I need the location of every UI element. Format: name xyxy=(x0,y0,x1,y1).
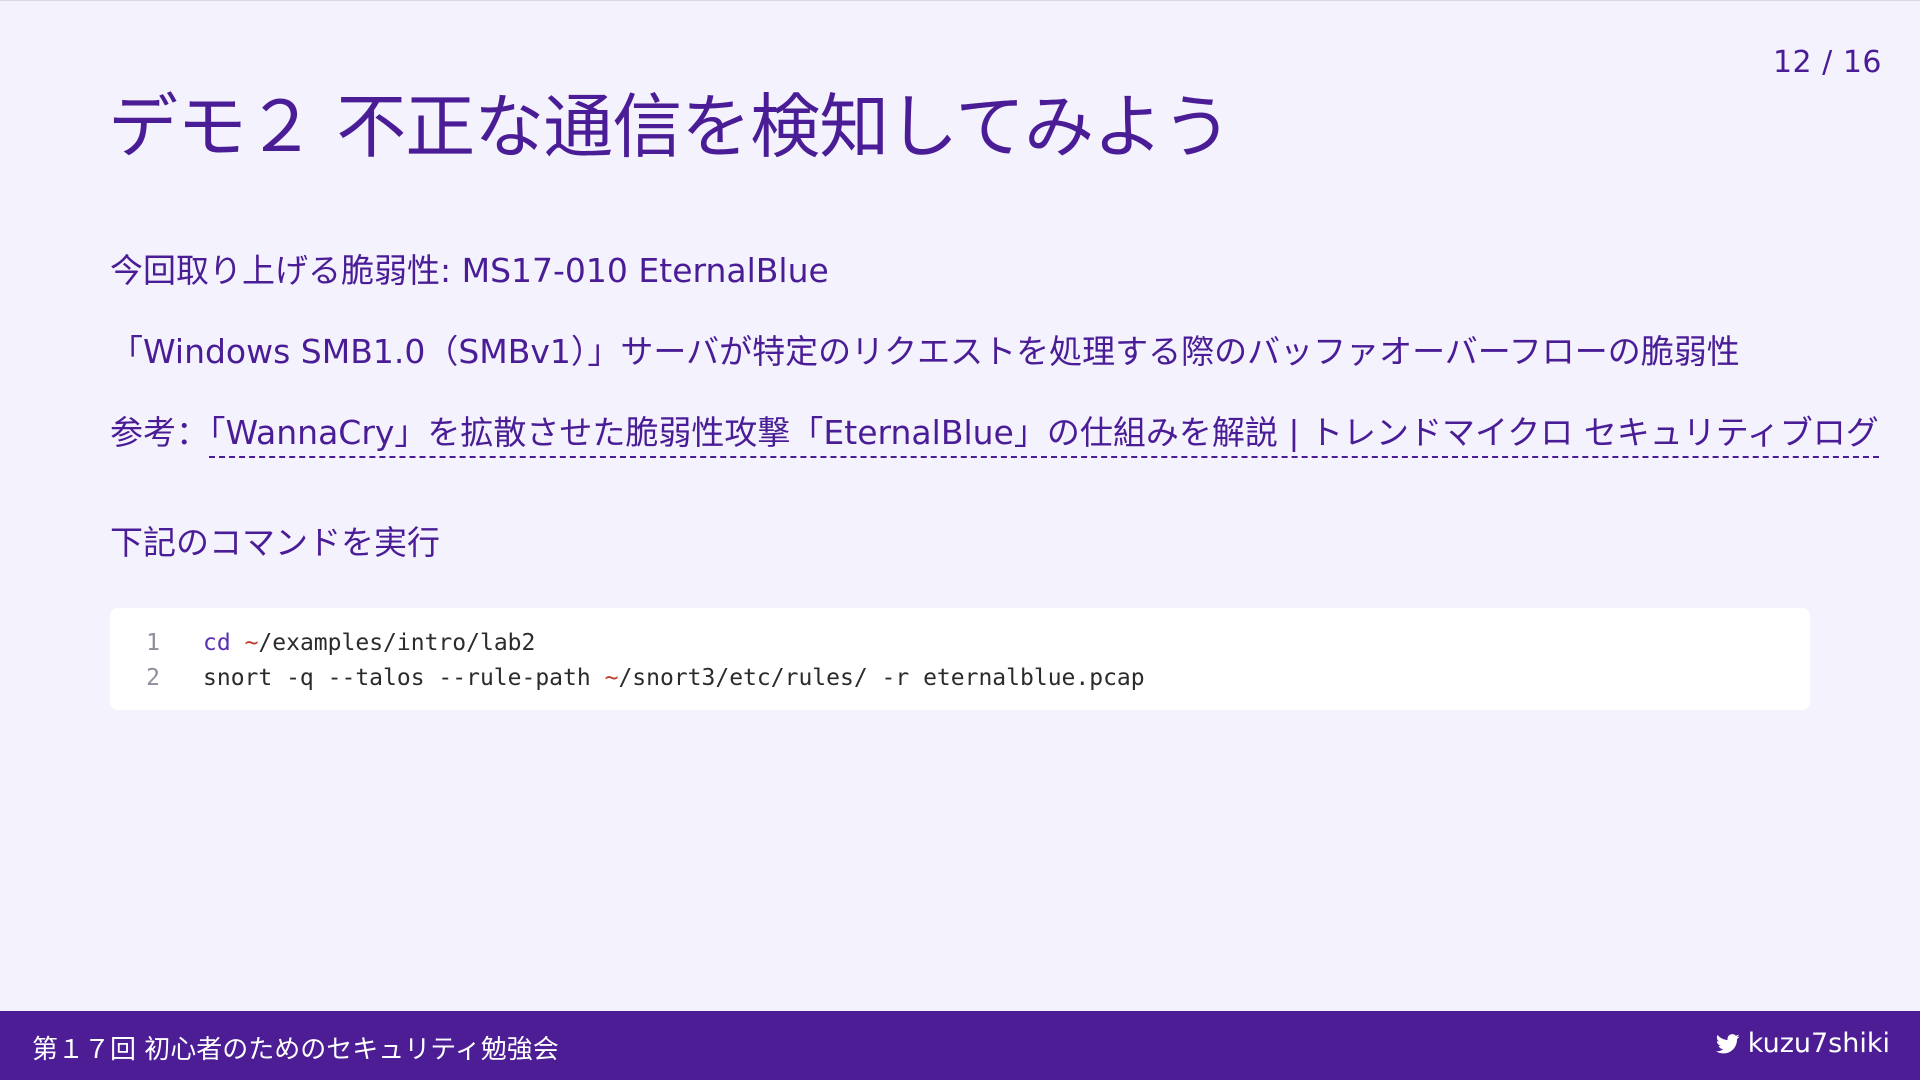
code-argument: /snort3/etc/rules/ -r eternalblue.pcap xyxy=(618,665,1145,691)
instruction-text: 下記のコマンドを実行 xyxy=(110,523,440,562)
slide-content: 今回取り上げる脆弱性: MS17-010 EternalBlue 「Window… xyxy=(110,251,1879,710)
footer-event-title: 第１７回 初心者のためのセキュリティ勉強会 xyxy=(32,1035,559,1065)
reference-link[interactable]: 「WannaCry」を拡散させた脆弱性攻撃「EternalBlue」の仕組みを解… xyxy=(209,413,1879,458)
code-tilde: ~ xyxy=(244,630,259,656)
line-number: 1 xyxy=(146,630,160,656)
vulnerability-description: 「Windows SMB1.0（SMBv1）」サーバが特定のリクエストを処理する… xyxy=(110,332,1740,371)
footer-handle: kuzu7shiki xyxy=(1715,1028,1890,1059)
code-block: 1 cd ~/examples/intro/lab2 2 snort -q --ta… xyxy=(110,608,1810,710)
vulnerability-name: MS17-010 EternalBlue xyxy=(461,251,829,290)
slide: 12 / 16 デモ２ 不正な通信を検知してみよう 今回取り上げる脆弱性: MS… xyxy=(0,0,1920,1080)
footer-handle-text[interactable]: kuzu7shiki xyxy=(1748,1028,1890,1059)
code-command: cd xyxy=(203,630,231,656)
code-line: 1 cd ~/examples/intro/lab2 xyxy=(110,626,1810,661)
code-argument: /examples/intro/lab2 xyxy=(258,630,536,656)
code-tilde: ~ xyxy=(604,665,619,691)
twitter-icon xyxy=(1715,1033,1740,1053)
reference-line: 参考：「WannaCry」を拡散させた脆弱性攻撃「EternalBlue」の仕組… xyxy=(110,413,1879,458)
code-line: 2 snort -q --talos --rule-path ~/snort3/e… xyxy=(110,661,1810,696)
vulnerability-line: 今回取り上げる脆弱性: MS17-010 EternalBlue xyxy=(110,251,1830,291)
page-number: 12 / 16 xyxy=(1772,45,1882,80)
line-number: 2 xyxy=(146,665,160,691)
slide-title: デモ２ 不正な通信を検知してみよう xyxy=(108,86,1232,168)
reference-label: 参考： xyxy=(110,413,209,452)
code-command: snort -q --talos --rule-path xyxy=(203,665,605,691)
vulnerability-label: 今回取り上げる脆弱性: xyxy=(110,251,462,290)
footer: 第１７回 初心者のためのセキュリティ勉強会 kuzu7shiki xyxy=(0,1011,1920,1080)
